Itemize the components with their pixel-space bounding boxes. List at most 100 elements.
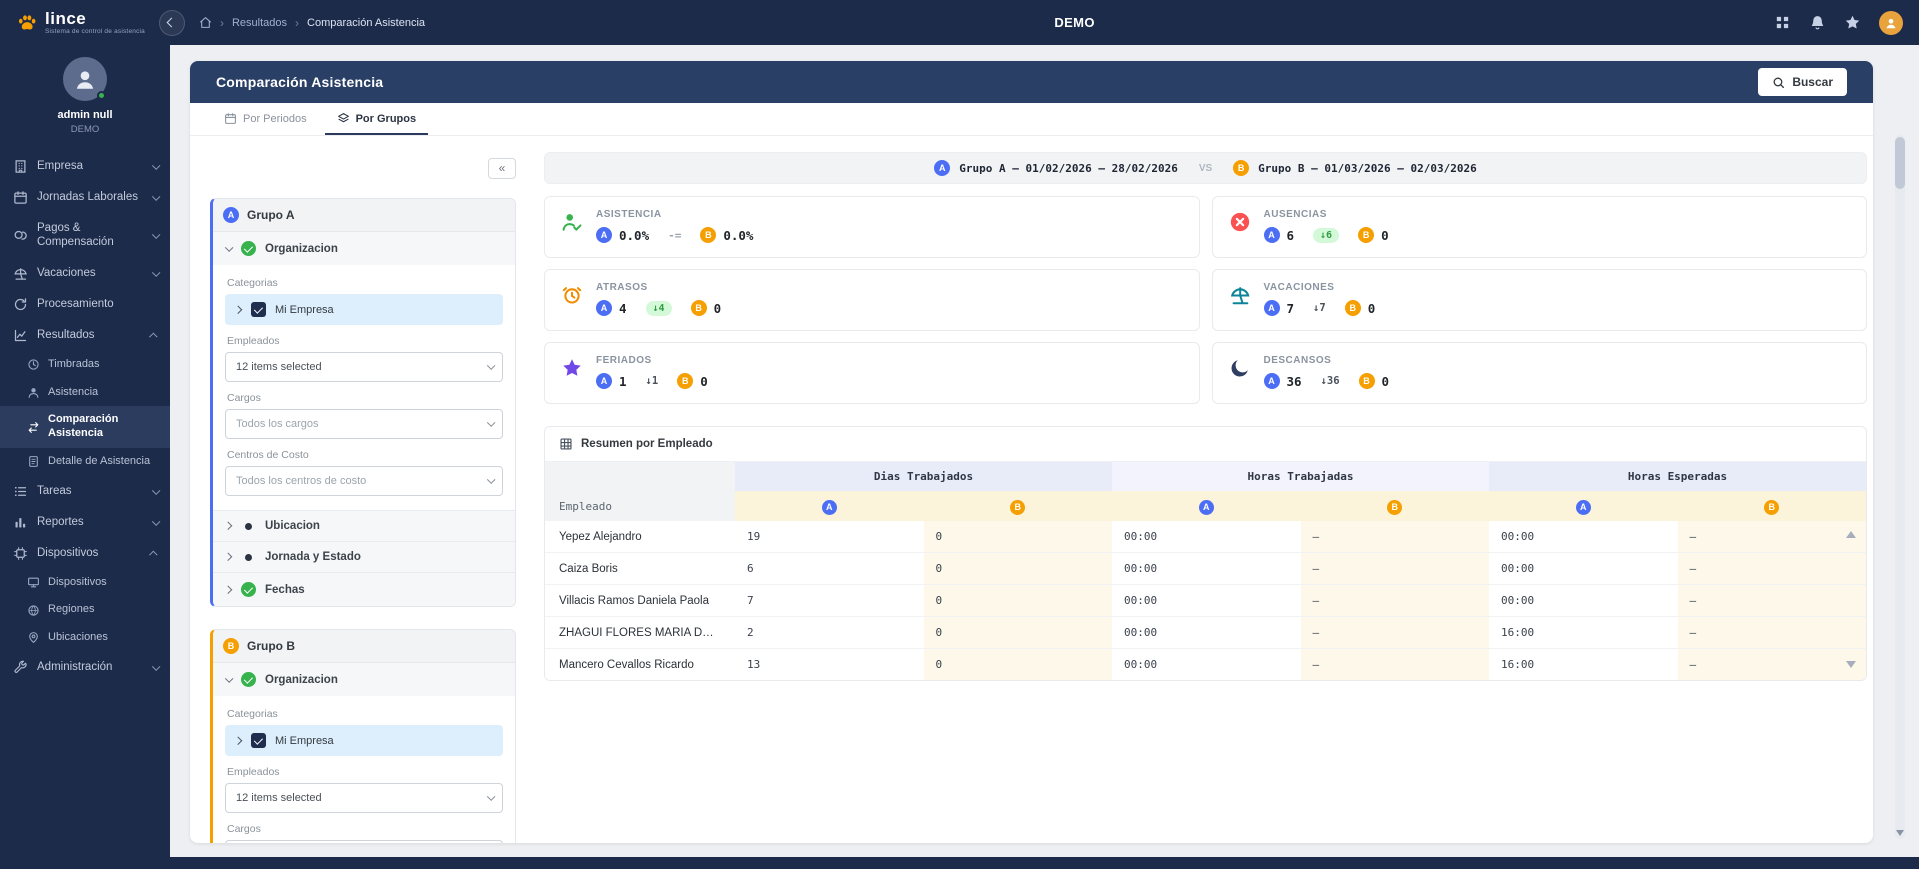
sidebar-item-regiones[interactable]: Regiones: [0, 596, 170, 624]
sidebar-item-pagos-compensacion[interactable]: Pagos & Compensación: [0, 213, 170, 258]
group-a-badge: A: [223, 207, 239, 223]
vertical-scrollbar[interactable]: [1895, 135, 1905, 839]
chevron-down-icon: [486, 418, 495, 427]
sidebar-item-label: Pagos & Compensación: [37, 222, 114, 249]
chevron-right-icon[interactable]: [234, 305, 242, 314]
sidebar-item-label: Comparación Asistencia: [48, 413, 119, 439]
stat-value-a: 7: [1286, 300, 1295, 316]
empleados-select-b[interactable]: 12 items selected: [225, 783, 503, 813]
chevron-up-icon: [148, 329, 158, 341]
column-group-dias-trabajados: Dias Trabajados: [735, 462, 1112, 491]
tab-por-grupos[interactable]: Por Grupos: [324, 103, 429, 135]
mi-empresa-checkbox-b[interactable]: [251, 733, 266, 748]
beach-umbrella-icon: [1229, 284, 1251, 306]
horas-trab-a: 00:00: [1112, 552, 1301, 585]
sidebar-item-tareas[interactable]: Tareas: [0, 476, 170, 507]
section-organizacion-b[interactable]: Organizacion: [213, 663, 515, 696]
horas-trab-b: –: [1300, 616, 1489, 649]
stat-value-b: 0: [700, 373, 708, 389]
globe-icon: [27, 604, 40, 617]
building-icon: [13, 159, 28, 174]
favorites-star-icon[interactable]: [1844, 14, 1861, 31]
group-a-header: A Grupo A: [213, 199, 515, 232]
breadcrumb-resultados[interactable]: Resultados: [232, 17, 287, 29]
dot-icon: [245, 553, 252, 561]
sidebar-item-vacaciones[interactable]: Vacaciones: [0, 258, 170, 289]
organizacion-body-b: Categorias Mi Empresa Empleados 12 items…: [213, 696, 515, 843]
tree-item-label: Mi Empresa: [275, 734, 334, 747]
user-avatar[interactable]: [63, 57, 107, 101]
tree-item-mi-empresa-b[interactable]: Mi Empresa: [225, 725, 503, 756]
apps-grid-icon[interactable]: [1774, 14, 1791, 31]
stat-value-a: 4: [619, 300, 627, 316]
table-row[interactable]: ZHAGUI FLORES MARIA DOLORES 2 0 00:00 – …: [545, 616, 1866, 649]
section-ubicacion-a[interactable]: Ubicacion: [213, 510, 515, 541]
profile-avatar[interactable]: [1879, 10, 1903, 35]
cargos-select-a[interactable]: Todos los cargos: [225, 409, 503, 439]
column-group-horas-esperadas: Horas Esperadas: [1489, 462, 1866, 491]
sidebar-item-empresa[interactable]: Empresa: [0, 151, 170, 182]
notifications-bell-icon[interactable]: [1809, 14, 1826, 31]
chevron-right-icon[interactable]: [234, 736, 242, 745]
sidebar-item-resultados[interactable]: Resultados: [0, 320, 170, 351]
check-circle-icon: [241, 241, 256, 256]
stats-grid: ASISTENCIA A 0.0% -= B 0.0% AUSENCIAS A …: [544, 196, 1867, 404]
stat-label: AUSENCIAS: [1263, 209, 1327, 220]
sidebar-item-jornadas-laborales[interactable]: Jornadas Laborales: [0, 182, 170, 213]
section-organizacion-a[interactable]: Organizacion: [213, 232, 515, 265]
sidebar-item-dispositivos-sub[interactable]: Dispositivos: [0, 569, 170, 597]
table-row[interactable]: Caiza Boris 6 0 00:00 – 00:00 –: [545, 552, 1866, 585]
tree-item-mi-empresa-a[interactable]: Mi Empresa: [225, 294, 503, 325]
sidebar-item-detalle-asistencia[interactable]: Detalle de Asistencia: [0, 448, 170, 476]
content-card: Comparación Asistencia Buscar Por Period…: [190, 61, 1873, 843]
sidebar-item-asistencia[interactable]: Asistencia: [0, 379, 170, 407]
stat-value-b: 0: [713, 300, 722, 316]
section-label: Jornada y Estado: [265, 551, 361, 563]
collapse-panel-button[interactable]: «: [488, 157, 516, 179]
centros-costo-select-a[interactable]: Todos los centros de costo: [225, 466, 503, 496]
logo-subtitle: Sistema de control de asistencia: [45, 27, 145, 35]
calendar-icon: [13, 190, 28, 205]
ch evron-right-icon: [224, 522, 232, 530]
sidebar-item-administracion[interactable]: Administración: [0, 652, 170, 683]
dias-b: 0: [923, 521, 1112, 553]
cargos-select-b[interactable]: [225, 840, 503, 843]
search-button[interactable]: Buscar: [1758, 68, 1847, 96]
summary-table-card: Resumen por Empleado Empleado Dias Traba…: [544, 426, 1867, 681]
user-role: DEMO: [70, 124, 100, 135]
sidebar-item-comparacion-asistencia[interactable]: Comparación Asistencia: [0, 406, 170, 448]
sidebar-item-timbradas[interactable]: Timbradas: [0, 351, 170, 379]
home-icon[interactable]: [199, 16, 212, 29]
table-scroll-down-arrow[interactable]: [1846, 661, 1856, 668]
mi-empresa-checkbox-a[interactable]: [251, 302, 266, 317]
topbar: lince Sistema de control de asistencia R…: [0, 0, 1919, 45]
section-jornada-estado-a[interactable]: Jornada y Estado: [213, 541, 515, 572]
group-a-badge: A: [821, 499, 837, 515]
sidebar-item-reportes[interactable]: Reportes: [0, 507, 170, 538]
section-fechas-a[interactable]: Fechas: [213, 572, 515, 606]
sidebar-item-label: Resultados: [37, 329, 95, 342]
table-row[interactable]: Yepez Alejandro 19 0 00:00 – 00:00 –: [545, 521, 1866, 553]
stat-value-a: 0.0%: [619, 227, 650, 243]
empleados-select-a[interactable]: 12 items selected: [225, 352, 503, 382]
group-a-badge: A: [1263, 373, 1280, 389]
horas-esp-a: 16:00: [1489, 616, 1678, 649]
stat-value-b: 0.0%: [723, 227, 754, 243]
app-logo[interactable]: lince Sistema de control de asistencia: [16, 10, 145, 36]
table-row[interactable]: Villacis Ramos Daniela Paola 7 0 00:00 –…: [545, 584, 1866, 617]
topbar-actions: [1774, 10, 1903, 35]
group-b-panel: B Grupo B Organizacion Categorias Mi Emp…: [210, 629, 516, 843]
scrollbar-down-arrow[interactable]: [1896, 830, 1904, 836]
environment-title: DEMO: [1054, 15, 1095, 30]
online-status-dot: [97, 91, 106, 100]
sidebar-collapse-button[interactable]: [158, 9, 185, 36]
sidebar-item-procesamiento[interactable]: Procesamiento: [0, 289, 170, 320]
holiday-star-icon: [561, 357, 583, 379]
sidebar-item-ubicaciones[interactable]: Ubicaciones: [0, 624, 170, 652]
table-row[interactable]: Mancero Cevallos Ricardo 13 0 00:00 – 16…: [545, 648, 1866, 680]
table-scroll-up-arrow[interactable]: [1846, 531, 1856, 538]
tree-item-label: Mi Empresa: [275, 303, 334, 316]
scrollbar-thumb[interactable]: [1895, 137, 1905, 189]
sidebar-item-dispositivos[interactable]: Dispositivos: [0, 538, 170, 569]
tab-por-periodos[interactable]: Por Periodos: [212, 103, 319, 135]
